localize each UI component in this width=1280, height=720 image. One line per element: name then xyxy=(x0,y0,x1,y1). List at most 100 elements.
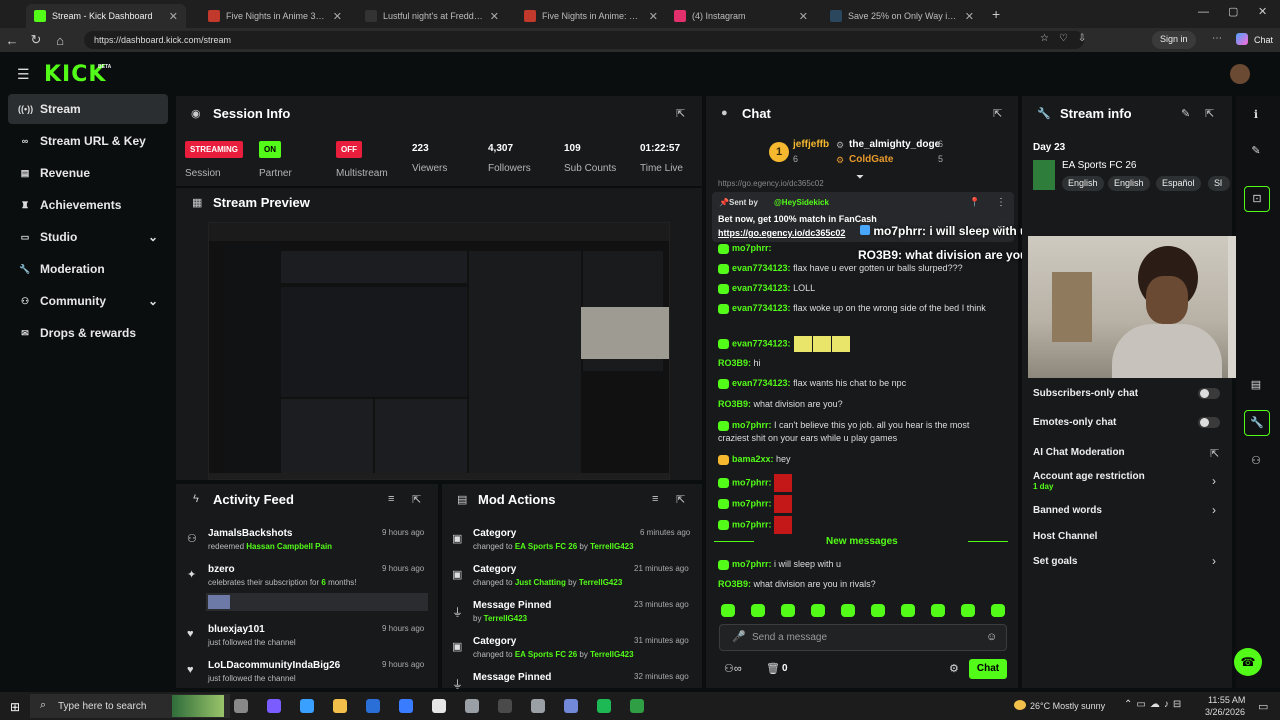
focus-icon[interactable]: ⊡ xyxy=(1244,186,1270,212)
emote-shortcut[interactable] xyxy=(811,604,825,617)
mail-icon[interactable] xyxy=(399,699,413,713)
browser-toolbar-icons[interactable]: ☆♡⇩ xyxy=(1040,33,1096,44)
chat-message[interactable]: RO3B9: hi xyxy=(718,357,993,370)
chat-message[interactable]: evan7734123: LOLL xyxy=(718,282,993,295)
chat-username[interactable]: evan7734123: xyxy=(732,378,791,388)
unpin-icon[interactable]: 📍 xyxy=(969,197,980,208)
mod-action-user[interactable]: TerrellG423 xyxy=(590,542,633,551)
sidebar-item-drops-rewards[interactable]: ✉ Drops & rewards xyxy=(8,318,168,348)
close-tab-icon[interactable]: ✕ xyxy=(643,10,658,23)
chevron-down-icon[interactable]: ⌄ xyxy=(148,230,158,244)
wrench-icon[interactable]: 🔧 xyxy=(1244,410,1270,436)
notifications-icon[interactable]: ▭ xyxy=(1258,700,1268,713)
set-goals-label[interactable]: Set goals xyxy=(1033,556,1077,567)
emote-shortcut[interactable] xyxy=(961,604,975,617)
community-icon[interactable]: ⚇ xyxy=(1244,454,1268,467)
pencil-icon[interactable]: ✎ xyxy=(1244,144,1268,157)
filter-icon[interactable]: ≡ xyxy=(652,493,658,505)
minimize-icon[interactable]: — xyxy=(1198,6,1209,18)
sidebar-item-studio[interactable]: ▭ Studio ⌄ xyxy=(8,222,168,252)
chat-message[interactable]: mo7phrr: I can't believe this yo job. al… xyxy=(718,419,993,445)
mod-action-user[interactable]: TerrellG423 xyxy=(590,650,633,659)
reload-icon[interactable]: ↻ xyxy=(24,32,48,48)
mod-action-category[interactable]: EA Sports FC 26 xyxy=(515,542,577,551)
app-icon[interactable] xyxy=(465,699,479,713)
chat-username[interactable]: mo7phrr: xyxy=(732,477,772,487)
emote-shortcut[interactable] xyxy=(931,604,945,617)
close-tab-icon[interactable]: ✕ xyxy=(484,10,499,23)
chevron-right-icon[interactable]: › xyxy=(1212,474,1216,488)
filter-icon[interactable]: ≡ xyxy=(388,493,394,505)
chat-message[interactable]: RO3B9: what division are you? xyxy=(718,398,993,411)
points-icon[interactable]: ⚇∞ xyxy=(724,662,742,675)
chat-username[interactable]: mo7phrr: xyxy=(732,519,772,529)
pinned-link[interactable]: https://go.egency.io/dc365c02 xyxy=(718,228,845,238)
clock-date[interactable]: 3/26/2026 xyxy=(1205,707,1245,717)
chat-message[interactable]: mo7phrr: xyxy=(718,516,993,534)
chevron-down-icon[interactable]: ⌄ xyxy=(148,294,158,308)
app-icon[interactable] xyxy=(531,699,545,713)
chat-username[interactable]: bama2xx: xyxy=(732,454,774,464)
copilot-icon[interactable] xyxy=(267,699,281,713)
external-link-icon[interactable]: ⇱ xyxy=(1210,447,1219,460)
task-view-icon[interactable] xyxy=(234,699,248,713)
pinned-author[interactable]: @HeySidekick xyxy=(774,198,829,207)
system-tray-icons[interactable]: ⌃▭☁♪⊟ xyxy=(1124,699,1185,710)
chat-username[interactable]: RO3B9: xyxy=(718,399,751,409)
chevron-right-icon[interactable]: › xyxy=(1212,554,1216,568)
new-tab-button[interactable]: + xyxy=(992,6,1000,22)
top-gifter-3[interactable]: ColdGate xyxy=(849,154,893,165)
chat-message[interactable]: bama2xx: hey xyxy=(718,453,993,466)
close-tab-icon[interactable]: ✕ xyxy=(163,10,178,23)
copilot-chat-button[interactable]: Chat xyxy=(1254,35,1273,45)
chat-username[interactable]: RO3B9: xyxy=(718,358,751,368)
new-messages-divider[interactable]: New messages xyxy=(826,536,898,547)
popout-icon[interactable]: ⇱ xyxy=(993,107,1002,120)
chat-username[interactable]: mo7phrr: xyxy=(732,498,772,508)
chat-username[interactable]: evan7734123: xyxy=(732,263,791,273)
emotes-only-toggle[interactable] xyxy=(1198,417,1220,428)
game-thumbnail[interactable] xyxy=(1033,160,1055,190)
top-gifter-2[interactable]: the_almighty_doge xyxy=(849,139,940,150)
emote-shortcut[interactable] xyxy=(751,604,765,617)
back-icon[interactable]: ← xyxy=(0,33,24,48)
clock-time[interactable]: 11:55 AM xyxy=(1208,695,1245,705)
activity-username[interactable]: bluexjay101 xyxy=(208,624,265,635)
sidebar-item-revenue[interactable]: ▤ Revenue xyxy=(8,158,168,188)
edge-icon[interactable] xyxy=(300,699,314,713)
chat-message[interactable]: evan7734123: flax have u ever gotten ur … xyxy=(718,262,993,275)
ai-chat-moderation-label[interactable]: AI Chat Moderation xyxy=(1033,447,1125,458)
chat-message[interactable]: mo7phrr: xyxy=(718,495,993,513)
chat-message[interactable]: evan7734123: xyxy=(718,336,993,352)
home-icon[interactable]: ⌂ xyxy=(48,33,72,48)
emoji-icon[interactable]: ☺ xyxy=(986,631,997,643)
emote-shortcut[interactable] xyxy=(841,604,855,617)
store-icon[interactable] xyxy=(366,699,380,713)
taskbar-search-text[interactable]: Type here to search xyxy=(58,701,146,712)
mod-action-category[interactable]: Just Chatting xyxy=(515,578,566,587)
browser-tab[interactable]: Stream - Kick Dashboard ✕ xyxy=(26,4,186,28)
sidebar-item-stream-url-key[interactable]: ∞ Stream URL & Key xyxy=(8,126,168,156)
browser-tab[interactable]: Five Nights in Anime: Rebooted b✕ xyxy=(516,4,666,28)
activity-username[interactable]: JamalsBackshots xyxy=(208,528,293,539)
browser-tab[interactable]: Lustful night's at Freddy's by Jullv✕ xyxy=(357,4,507,28)
maximize-icon[interactable]: ▢ xyxy=(1228,5,1238,18)
chat-username[interactable]: evan7734123: xyxy=(732,303,791,313)
windows-start-icon[interactable]: ⊞ xyxy=(10,700,20,714)
more-options-icon[interactable]: ⋮ xyxy=(996,197,1006,208)
chat-message[interactable]: mo7phrr: i will sleep with u xyxy=(718,558,993,571)
chat-username[interactable]: mo7phrr: xyxy=(732,559,772,569)
activity-username[interactable]: bzero xyxy=(208,564,235,575)
close-tab-icon[interactable]: ✕ xyxy=(793,10,808,23)
edit-icon[interactable]: ✎ xyxy=(1181,107,1190,120)
host-channel-label[interactable]: Host Channel xyxy=(1033,531,1097,542)
browser-tab[interactable]: Five Nights in Anime 3D by Vyprae✕ xyxy=(200,4,350,28)
game-category[interactable]: EA Sports FC 26 xyxy=(1062,160,1136,171)
emote-shortcut[interactable] xyxy=(901,604,915,617)
subscribers-only-toggle[interactable] xyxy=(1198,388,1220,399)
stream-preview-video[interactable] xyxy=(208,222,670,480)
sidebar-item-moderation[interactable]: 🔧 Moderation xyxy=(8,254,168,284)
sidebar-item-stream[interactable]: ((•)) Stream xyxy=(8,94,168,124)
close-tab-icon[interactable]: ✕ xyxy=(327,10,342,23)
info-icon[interactable]: ℹ xyxy=(1244,108,1268,121)
